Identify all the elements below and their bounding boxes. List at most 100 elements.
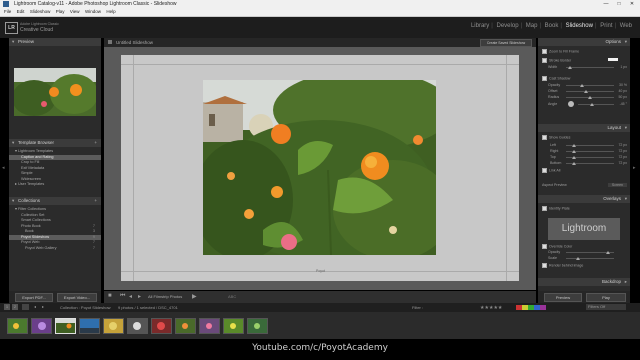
color-label-filter-icon[interactable] — [516, 305, 546, 310]
backdrop-panel-header[interactable]: Backdrop ▸ — [538, 278, 630, 286]
menu-file[interactable]: File — [4, 8, 11, 16]
module-library[interactable]: Library — [471, 23, 489, 29]
filmstrip-thumbnail[interactable] — [31, 318, 52, 334]
render-behind-checkbox[interactable] — [542, 263, 547, 268]
play-button[interactable]: Play — [586, 293, 626, 302]
minimize-icon[interactable]: — — [600, 0, 612, 8]
menu-help[interactable]: Help — [106, 8, 115, 16]
link-all-checkbox[interactable] — [542, 168, 547, 173]
guide-left-slider[interactable] — [566, 144, 614, 147]
close-icon[interactable]: ✕ — [626, 0, 638, 8]
filmstrip-thumbnail[interactable] — [175, 318, 196, 334]
filmstrip-source[interactable]: Collection : Poyot Slideshow — [60, 305, 110, 310]
use-filter-select[interactable]: All Filmstrip Photos — [148, 294, 182, 299]
overlay-opacity-slider[interactable] — [566, 251, 614, 254]
identity-plate-preview[interactable]: Lightroom — [548, 218, 620, 240]
show-guides-row[interactable]: Show Guides — [542, 135, 628, 140]
filmstrip-thumbnail[interactable] — [103, 318, 124, 334]
filmstrip-thumbnail[interactable] — [199, 318, 220, 334]
preview-panel-header[interactable]: ▾ Preview — [9, 38, 101, 46]
forward-arrow-icon[interactable]: ▸ — [42, 304, 44, 309]
identity-plate-checkbox[interactable] — [542, 206, 547, 211]
filter-preset-select[interactable]: Filters Off — [586, 304, 626, 310]
filmstrip-thumbnail[interactable] — [223, 318, 244, 334]
create-saved-slideshow-button[interactable]: Create Saved Slideshow — [480, 39, 532, 47]
slide-photo[interactable] — [203, 80, 436, 255]
export-video-button[interactable]: Export Video... — [57, 293, 97, 302]
menu-edit[interactable]: Edit — [17, 8, 25, 16]
cast-shadow-row[interactable]: Cast Shadow — [542, 76, 628, 81]
opacity-slider[interactable] — [566, 84, 614, 87]
left-panel-toggle-icon[interactable]: ◂ — [2, 165, 5, 171]
add-collection-icon[interactable]: + — [94, 197, 97, 205]
next-slide-icon[interactable]: ▸ — [138, 293, 141, 300]
angle-slider[interactable] — [578, 103, 614, 106]
right-panel-toggle-icon[interactable]: ▸ — [633, 165, 636, 171]
filmstrip-thumbnail[interactable] — [7, 318, 28, 334]
filmstrip-thumbnail[interactable] — [127, 318, 148, 334]
back-arrow-icon[interactable]: ◂ — [34, 304, 36, 309]
add-template-icon[interactable]: + — [94, 139, 97, 147]
maximize-icon[interactable]: □ — [613, 0, 625, 8]
render-behind-row[interactable]: Render behind image — [542, 263, 628, 268]
layout-panel-header[interactable]: Layout ▾ — [538, 124, 630, 132]
stop-icon[interactable]: ■ — [108, 293, 112, 299]
module-book[interactable]: Book — [545, 23, 559, 29]
module-develop[interactable]: Develop — [497, 23, 519, 29]
guide-right-row: Right 72 px — [550, 149, 627, 153]
radius-slider[interactable] — [566, 96, 614, 99]
stroke-color-swatch[interactable] — [608, 58, 618, 61]
stroke-border-row[interactable]: Stroke Border — [542, 58, 628, 63]
aspect-preview-select[interactable]: Screen — [607, 183, 627, 187]
page-indicator-2[interactable]: 2 — [12, 304, 18, 310]
module-slideshow[interactable]: Slideshow — [566, 23, 593, 29]
module-web[interactable]: Web — [620, 23, 632, 29]
menu-slideshow[interactable]: Slideshow — [30, 8, 51, 16]
template-folder-user[interactable]: ▸ User Templates — [9, 182, 101, 188]
overlay-scale-slider[interactable] — [566, 257, 614, 260]
overlays-panel-header[interactable]: Overlays ▾ — [538, 195, 630, 203]
page-indicator-1[interactable]: 1 — [4, 304, 10, 310]
guide-top-slider[interactable] — [566, 156, 614, 159]
identity-plate-row[interactable]: Identity Plate — [542, 206, 628, 211]
zoom-to-fill-row[interactable]: Zoom to Fill Frame — [542, 49, 628, 54]
offset-slider[interactable] — [566, 90, 614, 93]
menu-view[interactable]: View — [70, 8, 80, 16]
previous-slide-icon[interactable]: ◂ — [129, 293, 132, 300]
slide-editor-stage: Poyot — [104, 47, 536, 290]
rating-filter-stars-icon[interactable]: ★★★★★ — [480, 305, 502, 311]
stroke-border-checkbox[interactable] — [542, 58, 547, 63]
options-panel-header[interactable]: Options ▾ — [538, 38, 630, 46]
template-browser-header[interactable]: ▾ Template Browser + — [9, 139, 101, 147]
first-slide-icon[interactable]: ⏮ — [120, 293, 125, 300]
guide-line-top[interactable] — [121, 64, 519, 65]
filmstrip-thumbnail[interactable] — [151, 318, 172, 334]
module-map[interactable]: Map — [526, 23, 538, 29]
module-print[interactable]: Print — [600, 23, 612, 29]
slide-canvas: Poyot — [121, 55, 519, 281]
menu-play[interactable]: Play — [56, 8, 65, 16]
play-icon[interactable]: ▶ — [192, 293, 197, 300]
collections-header[interactable]: ▾ Collections + — [9, 197, 101, 205]
show-guides-checkbox[interactable] — [542, 135, 547, 140]
export-pdf-button[interactable]: Export PDF... — [15, 293, 53, 302]
angle-dial-icon[interactable] — [568, 101, 574, 107]
zoom-to-fill-checkbox[interactable] — [542, 49, 547, 54]
link-all-row[interactable]: Link All — [542, 168, 628, 173]
collection-item[interactable]: Poyot Web Gallery 7 — [9, 246, 101, 252]
cast-shadow-checkbox[interactable] — [542, 76, 547, 81]
filmstrip-thumbnail[interactable] — [247, 318, 268, 334]
preview-button[interactable]: Preview — [544, 293, 582, 302]
grid-view-icon[interactable] — [22, 304, 29, 310]
filmstrip-thumbnail[interactable] — [79, 318, 100, 334]
width-slider[interactable] — [566, 66, 614, 69]
override-color-checkbox[interactable] — [542, 244, 547, 249]
menu-window[interactable]: Window — [85, 8, 101, 16]
filmstrip-thumbnail-selected[interactable] — [55, 318, 76, 334]
guide-bottom-slider[interactable] — [566, 162, 614, 165]
add-text-button[interactable]: ABC — [228, 294, 236, 299]
guide-line-left[interactable] — [133, 55, 134, 281]
guide-right-slider[interactable] — [566, 150, 614, 153]
guide-line-right[interactable] — [506, 55, 507, 281]
override-color-row[interactable]: Override Color — [542, 244, 628, 249]
